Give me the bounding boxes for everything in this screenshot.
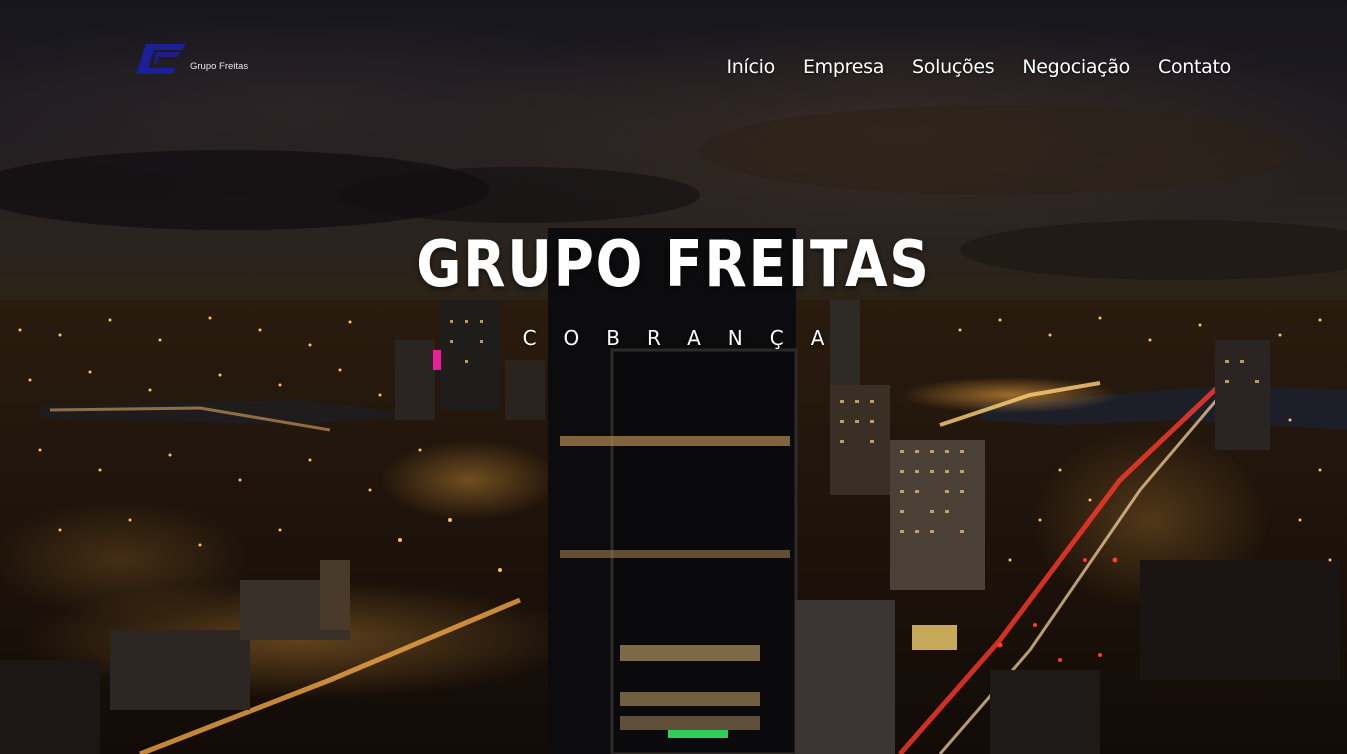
main-nav: Início Empresa Soluções Negociação Conta… [726, 56, 1231, 78]
logo-text: Grupo Freitas [190, 61, 249, 72]
nav-item-inicio[interactable]: Início [726, 56, 775, 78]
site-header: Grupo Freitas Início Empresa Soluções Ne… [0, 0, 1347, 140]
nav-item-contato[interactable]: Contato [1158, 56, 1231, 78]
nav-item-negociacao[interactable]: Negociação [1022, 56, 1130, 78]
hero-title: GRUPO FREITAS [416, 228, 931, 302]
nav-item-empresa[interactable]: Empresa [803, 56, 884, 78]
hero-subtitle: COBRANÇA [522, 326, 852, 350]
hero-section: Grupo Freitas Início Empresa Soluções Ne… [0, 0, 1347, 754]
nav-item-solucoes[interactable]: Soluções [912, 56, 995, 78]
grupo-freitas-logo-icon [136, 44, 186, 74]
site-logo[interactable]: Grupo Freitas [136, 44, 248, 74]
